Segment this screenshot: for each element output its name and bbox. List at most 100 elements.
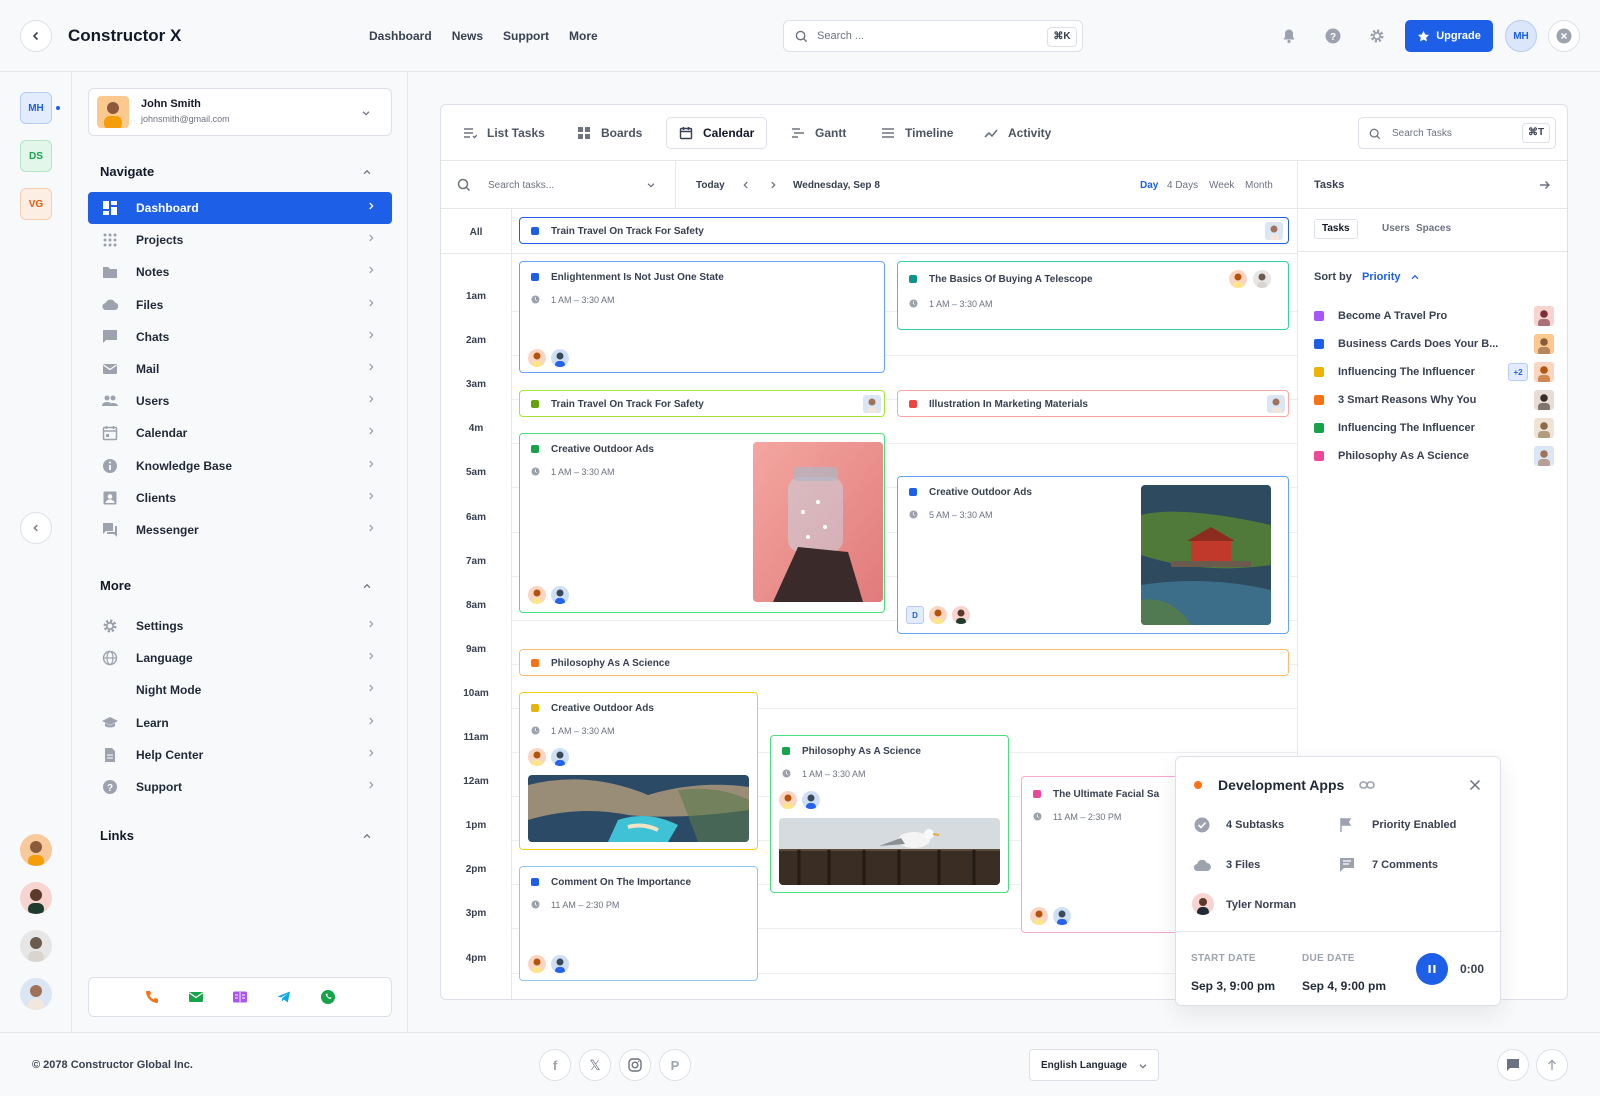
- pause-button[interactable]: [1416, 953, 1448, 985]
- sort-value[interactable]: Priority: [1362, 271, 1401, 283]
- pinterest-button[interactable]: P: [659, 1049, 691, 1081]
- task-item[interactable]: 3 Smart Reasons Why You: [1314, 390, 1554, 410]
- task-item[interactable]: Business Cards Does Your B...: [1314, 334, 1554, 354]
- avatar[interactable]: [20, 882, 52, 914]
- chevron-right-icon[interactable]: [768, 180, 778, 190]
- sidebar-item-label: Dashboard: [136, 201, 199, 215]
- tab-list-tasks[interactable]: List Tasks: [451, 117, 557, 149]
- arrow-right-icon[interactable]: [1539, 179, 1551, 191]
- tab-gantt[interactable]: Gantt: [779, 117, 858, 149]
- sidebar-item-files[interactable]: Files: [88, 289, 392, 321]
- language-select[interactable]: English Language: [1029, 1049, 1159, 1081]
- tasks-tab-spaces[interactable]: Spaces: [1416, 223, 1451, 234]
- phone-icon[interactable]: [144, 989, 160, 1005]
- sidebar-item-support[interactable]: ? Support: [88, 771, 392, 803]
- book-icon[interactable]: [232, 989, 248, 1005]
- sidebar-item-projects[interactable]: Projects: [88, 224, 392, 256]
- mail-icon[interactable]: [188, 989, 204, 1005]
- view-month[interactable]: Month: [1245, 180, 1273, 191]
- event-card[interactable]: Philosophy As A Science 1 AM – 3:30 AM: [770, 735, 1009, 893]
- avatar: [1534, 418, 1554, 438]
- link-icon[interactable]: [1359, 779, 1375, 791]
- sidebar-item-night-mode[interactable]: Night Mode: [88, 674, 392, 706]
- tab-activity[interactable]: Activity: [972, 117, 1063, 149]
- sidebar-item-dashboard[interactable]: Dashboard: [88, 192, 392, 224]
- sidebar-item-notes[interactable]: Notes: [88, 256, 392, 288]
- chevron-up-icon[interactable]: [362, 581, 372, 591]
- nav-news[interactable]: News: [452, 29, 483, 43]
- back-button[interactable]: [20, 20, 52, 52]
- sidebar-item-clients[interactable]: Clients: [88, 482, 392, 514]
- tab-boards[interactable]: Boards: [565, 117, 654, 149]
- sidebar-item-label: Clients: [136, 490, 177, 505]
- calendar-search-input[interactable]: Search tasks...: [488, 180, 554, 191]
- event-card[interactable]: Illustration In Marketing Materials: [897, 390, 1289, 417]
- search-placeholder: Search ...: [817, 30, 865, 42]
- workspace-ds[interactable]: DS: [20, 140, 52, 172]
- task-item[interactable]: Influencing The Influencer: [1314, 418, 1554, 438]
- tab-calendar[interactable]: Calendar: [666, 117, 768, 149]
- nav-dashboard[interactable]: Dashboard: [369, 29, 432, 43]
- sidebar-item-messenger[interactable]: Messenger: [88, 514, 392, 546]
- avatar[interactable]: [20, 978, 52, 1010]
- instagram-button[interactable]: [619, 1049, 651, 1081]
- chevron-up-icon[interactable]: [362, 167, 372, 177]
- workspace-vg[interactable]: VG: [20, 188, 52, 220]
- event-card[interactable]: Creative Outdoor Ads 1 AM – 3:30 AM: [519, 433, 885, 613]
- task-search[interactable]: Search Tasks ⌘T: [1358, 117, 1556, 149]
- event-card[interactable]: The Basics Of Buying A Telescope 1 AM – …: [897, 261, 1289, 330]
- task-item[interactable]: Philosophy As A Science: [1314, 446, 1554, 466]
- x-button[interactable]: 𝕏: [579, 1049, 611, 1081]
- scroll-top-button[interactable]: [1536, 1049, 1568, 1081]
- chevron-up-icon[interactable]: [362, 831, 372, 841]
- task-item[interactable]: Influencing The Influencer +2: [1314, 362, 1554, 382]
- sidebar-item-users[interactable]: Users: [88, 385, 392, 417]
- sidebar-item-help-center[interactable]: Help Center: [88, 739, 392, 771]
- event-card[interactable]: Philosophy As A Science: [519, 649, 1289, 676]
- sidebar-item-language[interactable]: Language: [88, 642, 392, 674]
- view-day[interactable]: Day: [1140, 180, 1158, 191]
- avatar[interactable]: [20, 834, 52, 866]
- chevron-down-icon[interactable]: [646, 180, 656, 190]
- event-card[interactable]: Comment On The Importance 11 AM – 2:30 P…: [519, 866, 758, 981]
- event-card[interactable]: Creative Outdoor Ads 1 AM – 3:30 AM: [519, 692, 758, 850]
- sidebar-item-settings[interactable]: Settings: [88, 610, 392, 642]
- tab-timeline[interactable]: Timeline: [869, 117, 965, 149]
- gear-icon: [103, 619, 117, 633]
- user-avatar[interactable]: MH: [1505, 20, 1537, 52]
- global-search[interactable]: Search ... ⌘K: [783, 20, 1083, 52]
- view-week[interactable]: Week: [1209, 180, 1234, 191]
- telegram-icon[interactable]: [276, 989, 292, 1005]
- chat-button[interactable]: [1497, 1049, 1529, 1081]
- task-item[interactable]: Become A Travel Pro: [1314, 306, 1554, 326]
- sidebar-item-learn[interactable]: Learn: [88, 707, 392, 739]
- avatar[interactable]: [20, 930, 52, 962]
- event-card[interactable]: Creative Outdoor Ads 5 AM – 3:30 AM D: [897, 476, 1289, 634]
- sidebar-item-chats[interactable]: Chats: [88, 321, 392, 353]
- nav-support[interactable]: Support: [503, 29, 549, 43]
- close-icon[interactable]: [1469, 779, 1481, 791]
- user-switcher[interactable]: John Smith johnsmith@gmail.com: [88, 88, 392, 136]
- tasks-tab-users[interactable]: Users: [1382, 223, 1410, 234]
- event-card[interactable]: Train Travel On Track For Safety: [519, 390, 885, 417]
- today-button[interactable]: Today: [696, 180, 725, 191]
- collapse-sidebar-button[interactable]: [20, 512, 52, 544]
- bell-icon[interactable]: [1282, 28, 1296, 44]
- chevron-up-icon[interactable]: [1410, 272, 1420, 282]
- tasks-tab-tasks[interactable]: Tasks: [1314, 219, 1358, 239]
- event-card[interactable]: Enlightenment Is Not Just One State 1 AM…: [519, 261, 885, 373]
- whatsapp-icon[interactable]: [320, 989, 336, 1005]
- nav-more[interactable]: More: [569, 29, 598, 43]
- upgrade-button[interactable]: Upgrade: [1405, 20, 1493, 52]
- sidebar-item-mail[interactable]: Mail: [88, 353, 392, 385]
- sidebar-item-calendar[interactable]: Calendar: [88, 417, 392, 449]
- close-button[interactable]: [1548, 20, 1580, 52]
- view-4-days[interactable]: 4 Days: [1167, 180, 1198, 191]
- workspace-mh[interactable]: MH: [20, 92, 52, 124]
- sidebar-item-knowledge-base[interactable]: Knowledge Base: [88, 450, 392, 482]
- chevron-left-icon[interactable]: [741, 180, 751, 190]
- event-allday[interactable]: Train Travel On Track For Safety: [519, 217, 1289, 244]
- facebook-button[interactable]: f: [539, 1049, 571, 1081]
- gear-icon[interactable]: [1369, 28, 1385, 44]
- help-icon[interactable]: ?: [1325, 28, 1341, 44]
